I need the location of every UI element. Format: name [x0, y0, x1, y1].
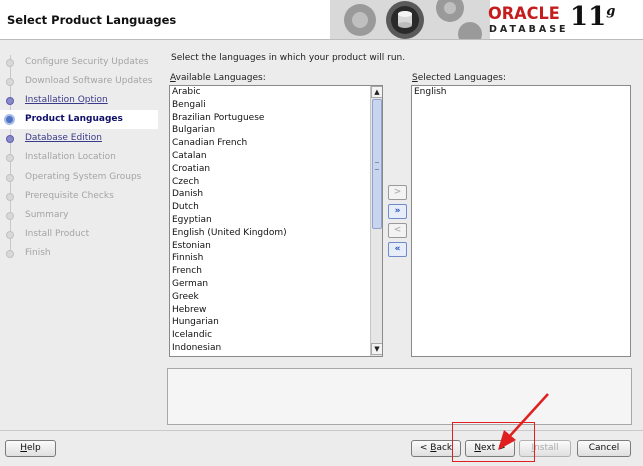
- available-language-item[interactable]: Canadian French: [170, 137, 370, 150]
- step-status-icon: [6, 59, 14, 67]
- available-language-item[interactable]: Danish: [170, 188, 370, 201]
- step-status-icon: [6, 231, 14, 239]
- step-status-icon: [6, 250, 14, 258]
- available-language-item[interactable]: Hebrew: [170, 304, 370, 317]
- available-language-item[interactable]: Catalan: [170, 150, 370, 163]
- available-language-item[interactable]: Estonian: [170, 240, 370, 253]
- step-status-icon: [6, 154, 14, 162]
- available-language-item[interactable]: Bulgarian: [170, 124, 370, 137]
- sidebar-step-label: Finish: [25, 248, 51, 258]
- sidebar-step-configure-security-updates: Configure Security Updates: [0, 53, 158, 72]
- available-language-item[interactable]: Hungarian: [170, 316, 370, 329]
- step-status-icon: [6, 174, 14, 182]
- version-logo: 11g: [570, 2, 616, 32]
- remove-selected-button[interactable]: <: [388, 223, 407, 238]
- sidebar-step-label: Download Software Updates: [25, 76, 153, 86]
- step-status-icon: [6, 193, 14, 201]
- sidebar-step-label: Installation Option: [25, 95, 108, 105]
- selected-language-item[interactable]: English: [412, 86, 630, 99]
- sidebar-step-finish: Finish: [0, 244, 158, 263]
- wizard-steps-sidebar: Configure Security Updates Download Softw…: [0, 41, 158, 429]
- instruction-text: Select the languages in which your produ…: [171, 53, 406, 63]
- scroll-up-icon[interactable]: ▲: [371, 86, 382, 98]
- sidebar-step-label: Summary: [25, 210, 69, 220]
- available-language-item[interactable]: Arabic: [170, 86, 370, 99]
- step-status-icon: [4, 114, 15, 125]
- annotation-arrow-icon: [498, 393, 549, 450]
- selected-languages-list[interactable]: English: [411, 85, 631, 357]
- message-panel: [167, 368, 632, 425]
- available-language-item[interactable]: Greek: [170, 291, 370, 304]
- sidebar-step-label: Configure Security Updates: [25, 57, 149, 67]
- sidebar-step-database-edition[interactable]: Database Edition: [0, 129, 158, 148]
- page-title: Select Product Languages: [7, 13, 177, 27]
- available-language-item[interactable]: English (United Kingdom): [170, 227, 370, 240]
- sidebar-step-install-product: Install Product: [0, 225, 158, 244]
- database-wordmark: DATABASE: [489, 24, 569, 35]
- available-language-item[interactable]: German: [170, 278, 370, 291]
- available-language-item[interactable]: Bengali: [170, 99, 370, 112]
- sidebar-step-label: Prerequisite Checks: [25, 191, 114, 201]
- available-list-scrollbar[interactable]: ▲ ▼: [370, 86, 382, 356]
- sidebar-step-label: Install Product: [25, 229, 90, 239]
- sidebar-step-label: Product Languages: [25, 114, 123, 124]
- add-selected-button[interactable]: >: [388, 185, 407, 200]
- scroll-thumb[interactable]: [372, 99, 382, 229]
- sidebar-step-download-software-updates: Download Software Updates: [0, 72, 158, 91]
- sidebar-step-summary: Summary: [0, 206, 158, 225]
- sidebar-step-label: Database Edition: [25, 133, 102, 143]
- sidebar-step-installation-location: Installation Location: [0, 148, 158, 167]
- sidebar-step-prerequisite-checks: Prerequisite Checks: [0, 187, 158, 206]
- available-language-item[interactable]: Finnish: [170, 252, 370, 265]
- available-languages-label: Available Languages:: [170, 73, 266, 83]
- available-language-item[interactable]: Icelandic: [170, 329, 370, 342]
- step-status-icon: [6, 78, 14, 86]
- step-status-icon: [6, 135, 14, 143]
- header-banner: Select Product Languages ORACLE DATABASE…: [0, 0, 643, 40]
- available-language-item[interactable]: Czech: [170, 176, 370, 189]
- sidebar-step-product-languages: Product Languages: [0, 110, 158, 129]
- help-button[interactable]: Help: [5, 440, 56, 457]
- step-status-icon: [6, 212, 14, 220]
- available-language-item[interactable]: Dutch: [170, 201, 370, 214]
- sidebar-step-installation-option[interactable]: Installation Option: [0, 91, 158, 110]
- cancel-button[interactable]: Cancel: [577, 440, 631, 457]
- scroll-down-icon[interactable]: ▼: [371, 343, 382, 355]
- step-status-icon: [6, 97, 14, 105]
- available-language-item[interactable]: French: [170, 265, 370, 278]
- sidebar-step-label: Installation Location: [25, 152, 116, 162]
- selected-languages-label: Selected Languages:: [412, 73, 507, 83]
- grip-icon: [375, 162, 379, 170]
- available-language-item[interactable]: Croatian: [170, 163, 370, 176]
- available-language-item[interactable]: Indonesian: [170, 342, 370, 355]
- available-languages-list[interactable]: Arabic Bengali Brazilian Portuguese Bulgari…: [169, 85, 383, 357]
- remove-all-button[interactable]: «: [388, 242, 407, 257]
- oracle-logo: ORACLE: [488, 4, 560, 24]
- available-language-item[interactable]: Brazilian Portuguese: [170, 112, 370, 125]
- gears-graphic-icon: [330, 0, 490, 39]
- sidebar-step-label: Operating System Groups: [25, 172, 142, 182]
- available-language-item[interactable]: Egyptian: [170, 214, 370, 227]
- add-all-button[interactable]: »: [388, 204, 407, 219]
- sidebar-step-operating-system-groups: Operating System Groups: [0, 168, 158, 187]
